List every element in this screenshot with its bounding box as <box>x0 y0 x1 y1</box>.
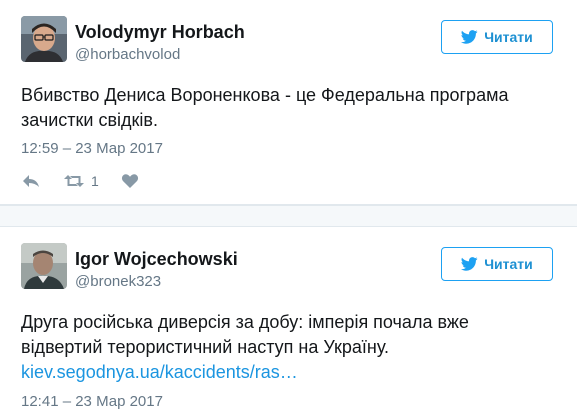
tweet-card: Volodymyr Horbach @horbachvolod Читати В… <box>0 0 577 205</box>
follow-button[interactable]: Читати <box>441 247 553 281</box>
tweet-author[interactable]: Igor Wojcechowski @bronek323 <box>75 249 238 292</box>
avatar[interactable] <box>21 16 67 62</box>
avatar[interactable] <box>21 243 67 289</box>
follow-button[interactable]: Читати <box>441 20 553 54</box>
author-display-name[interactable]: Volodymyr Horbach <box>75 22 245 42</box>
tweet-text-body: Друга російська диверсія за добу: імпері… <box>21 312 469 357</box>
tweet-card: Igor Wojcechowski @bronek323 Читати Друг… <box>0 227 577 416</box>
tweet-timestamp[interactable]: 12:59 – 23 Мар 2017 <box>21 140 163 157</box>
tweet-text: Друга російська диверсія за добу: імпері… <box>21 310 551 385</box>
retweet-button[interactable]: 1 <box>63 173 99 189</box>
tweet-timestamp[interactable]: 12:41 – 23 Мар 2017 <box>21 393 163 410</box>
retweet-icon <box>64 175 84 187</box>
tweet-link[interactable]: kiev.segodnya.ua/kaccidents/ras… <box>21 362 298 382</box>
tweet-text: Вбивство Дениса Вороненкова - це Федерал… <box>21 85 509 130</box>
tweet-separator <box>0 205 577 227</box>
author-handle[interactable]: @horbachvolod <box>75 45 245 65</box>
twitter-bird-icon <box>461 257 478 271</box>
twitter-bird-icon <box>461 30 478 44</box>
embedded-tweets-feed: Volodymyr Horbach @horbachvolod Читати В… <box>0 0 577 416</box>
author-handle[interactable]: @bronek323 <box>75 272 238 292</box>
retweet-count: 1 <box>91 173 99 189</box>
author-display-name[interactable]: Igor Wojcechowski <box>75 249 238 269</box>
person-photo-avatar-icon <box>21 16 67 62</box>
tweet-author[interactable]: Volodymyr Horbach @horbachvolod <box>75 22 245 65</box>
person-photo-avatar-icon <box>21 243 67 289</box>
tweet-actions: 1 <box>21 170 139 192</box>
follow-button-label: Читати <box>484 256 533 272</box>
reply-button[interactable] <box>21 173 41 189</box>
reply-arrow-icon <box>23 175 39 187</box>
follow-button-label: Читати <box>484 29 533 45</box>
heart-icon <box>121 174 138 188</box>
like-button[interactable] <box>121 173 139 189</box>
